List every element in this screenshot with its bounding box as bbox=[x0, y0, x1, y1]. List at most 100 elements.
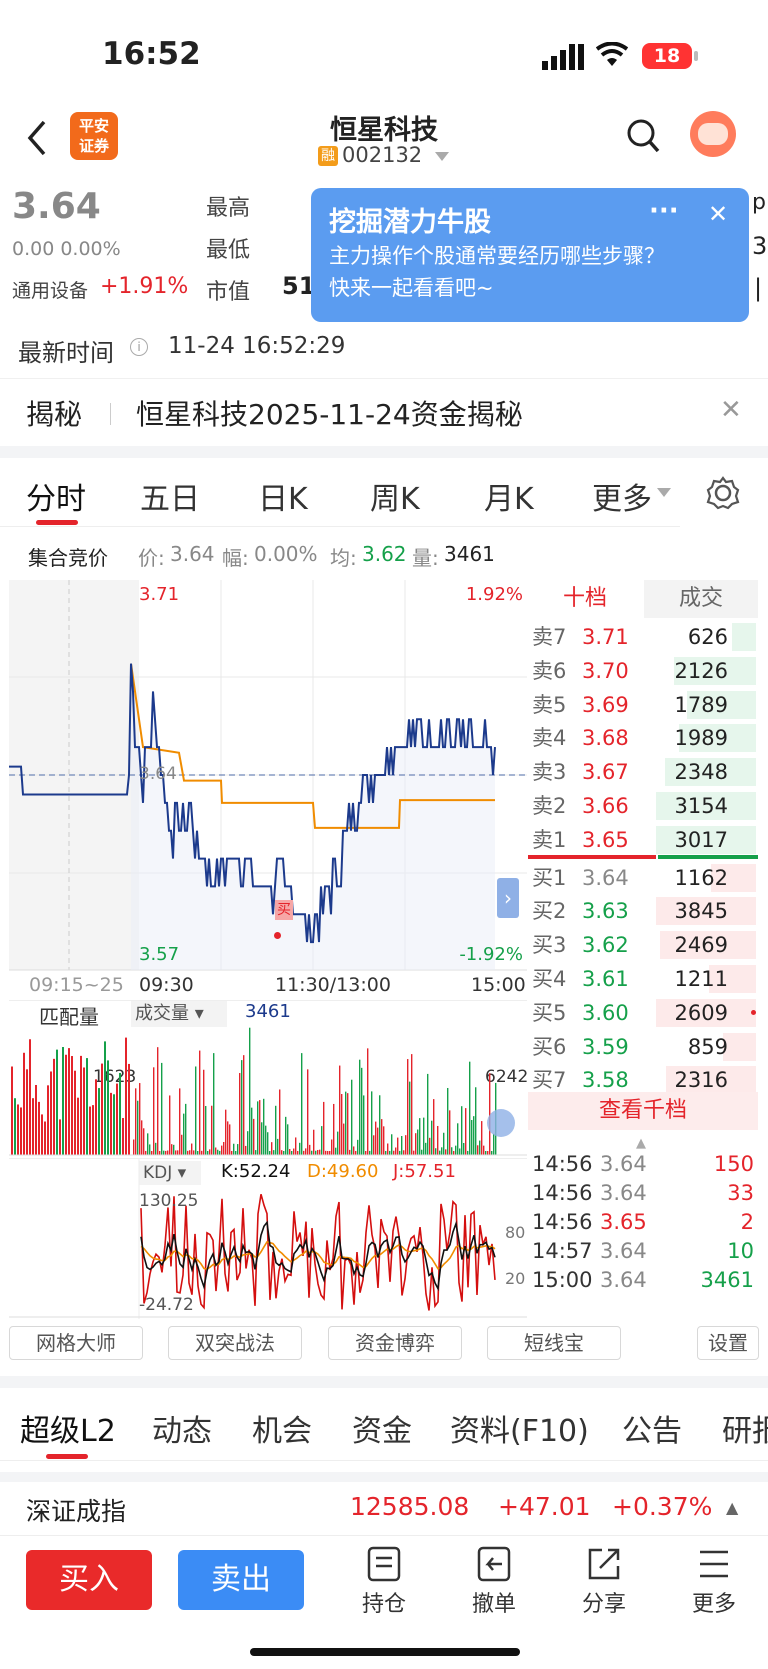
level-volume: 626 bbox=[687, 625, 728, 649]
match-volume-bar bbox=[62, 1047, 64, 1155]
view-thousand-levels-button[interactable]: 查看千档 bbox=[528, 1092, 758, 1130]
volume-bar bbox=[455, 1145, 457, 1155]
buy-marker[interactable]: 买 bbox=[275, 900, 293, 920]
bid-row[interactable]: 买3 3.62 2469 bbox=[528, 928, 758, 962]
intraday-chart[interactable]: 3.71 1.92% 3.57 -1.92% 3.64 买 › 09:15~25… bbox=[9, 580, 527, 1000]
tab-trades[interactable]: 成交 bbox=[644, 580, 758, 618]
volume-bar bbox=[181, 1134, 183, 1155]
tab-opportunity[interactable]: 机会 bbox=[252, 1406, 312, 1450]
match-volume-bar bbox=[125, 1037, 127, 1155]
tab-f10[interactable]: 资料(F10) bbox=[450, 1406, 589, 1450]
y-top-label: 3.71 bbox=[139, 584, 180, 605]
volume-bar bbox=[311, 1150, 313, 1155]
x-label-open: 09:30 bbox=[139, 974, 194, 996]
tab-more[interactable]: 更多 bbox=[592, 474, 652, 518]
tool-short-term[interactable]: 短线宝 bbox=[487, 1326, 621, 1360]
ask-row[interactable]: 卖6 3.70 2126 bbox=[528, 654, 758, 688]
tab-announcement[interactable]: 公告 bbox=[622, 1406, 682, 1450]
index-ticker[interactable]: 深证成指 12585.08 +47.01 +0.37% ▲ bbox=[0, 1482, 768, 1536]
trade-time: 14:56 bbox=[532, 1152, 593, 1176]
tab-super-l2[interactable]: 超级L2 bbox=[20, 1406, 116, 1450]
ask-row[interactable]: 卖1 3.65 3017 bbox=[528, 823, 758, 857]
info-icon[interactable]: i bbox=[130, 338, 148, 356]
trade-price: 3.64 bbox=[600, 1181, 647, 1205]
tab-ten-levels[interactable]: 十档 bbox=[528, 580, 642, 618]
level-label: 买1 bbox=[532, 865, 567, 890]
volume-bar bbox=[405, 1135, 407, 1155]
tab-intraday[interactable]: 分时 bbox=[26, 474, 86, 518]
tab-five-day[interactable]: 五日 bbox=[140, 474, 200, 518]
volume-bar bbox=[251, 1107, 253, 1155]
volume-bar bbox=[363, 1095, 365, 1155]
tab-monthly-k[interactable]: 月K bbox=[484, 474, 534, 518]
expand-up-icon[interactable]: ▲ bbox=[726, 1498, 738, 1517]
share-button[interactable]: 分享 bbox=[574, 1546, 634, 1620]
bid-row[interactable]: 买1 3.64 1162 bbox=[528, 861, 758, 895]
volume-bar bbox=[293, 1148, 295, 1155]
volume-bar bbox=[155, 1142, 157, 1155]
ask-row[interactable]: 卖3 3.67 2348 bbox=[528, 755, 758, 789]
tab-dynamics[interactable]: 动态 bbox=[152, 1406, 212, 1450]
reveal-bar[interactable]: 揭秘 恒星科技2025-11-24资金揭秘 ✕ bbox=[0, 378, 768, 446]
popup-more-icon[interactable]: ··· bbox=[649, 196, 679, 226]
promo-popup[interactable]: 挖掘潜力牛股 主力操作个股通常要经历哪些步骤？快来一起看看吧~ ··· ✕ bbox=[311, 188, 749, 322]
volume-bar bbox=[313, 1129, 315, 1155]
bid-row[interactable]: 买5 3.60 2609 bbox=[528, 996, 758, 1030]
bid-row[interactable]: 买6 3.59 859 bbox=[528, 1030, 758, 1064]
tool-double-breakout[interactable]: 双突战法 bbox=[168, 1326, 302, 1360]
kdj-chart[interactable]: KDJ ▾ K:52.24 D:49.60 J:57.51 130.25 -24… bbox=[9, 1158, 527, 1319]
trade-time: 15:00 bbox=[532, 1268, 593, 1292]
divider bbox=[110, 403, 111, 425]
tool-fund-game[interactable]: 资金博弈 bbox=[328, 1326, 462, 1360]
volume-chart[interactable]: 匹配量 成交量 ▾ 3461 1623 6242 bbox=[9, 1000, 528, 1158]
volume-bar bbox=[283, 1151, 285, 1155]
avatar[interactable] bbox=[690, 111, 736, 157]
holdings-button[interactable]: 持仓 bbox=[354, 1546, 414, 1620]
ask-row[interactable]: 卖5 3.69 1789 bbox=[528, 688, 758, 722]
back-icon[interactable] bbox=[24, 118, 48, 158]
more-button[interactable]: 更多 bbox=[684, 1546, 744, 1620]
ask-row[interactable]: 卖7 3.71 626 bbox=[528, 620, 758, 654]
level-price: 3.67 bbox=[582, 760, 629, 785]
tab-daily-k[interactable]: 日K bbox=[258, 474, 308, 518]
floating-refresh-icon[interactable] bbox=[487, 1109, 515, 1137]
sector-name[interactable]: 通用设备 bbox=[12, 276, 88, 303]
volume-bar bbox=[349, 1149, 351, 1155]
tab-funds[interactable]: 资金 bbox=[352, 1406, 412, 1450]
popup-close-icon[interactable]: ✕ bbox=[708, 200, 728, 228]
tab-research[interactable]: 研报 bbox=[722, 1406, 768, 1450]
volume-bar bbox=[175, 1150, 177, 1155]
bid-row[interactable]: 买2 3.63 3845 bbox=[528, 894, 758, 928]
trade-row: 14:57 3.64 10 bbox=[528, 1237, 758, 1266]
volume-bar bbox=[461, 1106, 463, 1155]
volume-bar bbox=[333, 1103, 335, 1155]
tool-grid-master[interactable]: 网格大师 bbox=[9, 1326, 143, 1360]
buy-button[interactable]: 买入 bbox=[26, 1550, 152, 1610]
undo-icon bbox=[477, 1546, 511, 1582]
chevron-down-icon[interactable] bbox=[435, 152, 449, 162]
ask-row[interactable]: 卖4 3.68 1989 bbox=[528, 721, 758, 755]
sell-button[interactable]: 卖出 bbox=[178, 1550, 304, 1610]
search-icon[interactable] bbox=[626, 118, 660, 154]
ask-row[interactable]: 卖2 3.66 3154 bbox=[528, 789, 758, 823]
close-icon[interactable]: ✕ bbox=[720, 395, 742, 425]
volume-bar bbox=[445, 1149, 447, 1155]
tool-settings[interactable]: 设置 bbox=[697, 1326, 759, 1360]
auction-vol-label: 量: bbox=[412, 546, 439, 570]
stock-title: 恒星科技 bbox=[330, 115, 438, 146]
tab-more-chevron-icon[interactable] bbox=[657, 488, 671, 498]
volume-bar bbox=[453, 1150, 455, 1155]
settings-gear-icon[interactable] bbox=[706, 476, 740, 510]
volume-bar bbox=[415, 1133, 417, 1155]
tab-weekly-k[interactable]: 周K bbox=[370, 474, 420, 518]
bid-row[interactable]: 买4 3.61 1211 bbox=[528, 962, 758, 996]
collapse-arrow-icon[interactable]: ▲ bbox=[636, 1136, 646, 1151]
match-volume-bar bbox=[98, 1088, 100, 1155]
volume-bar bbox=[261, 1122, 263, 1155]
volume-bar bbox=[249, 1027, 251, 1155]
volume-bar bbox=[459, 1148, 461, 1155]
cancel-order-button[interactable]: 撤单 bbox=[464, 1546, 524, 1620]
match-volume-bar bbox=[116, 1083, 118, 1155]
expand-chevron-icon[interactable]: › bbox=[497, 878, 519, 918]
trade-volume: 150 bbox=[713, 1152, 754, 1176]
